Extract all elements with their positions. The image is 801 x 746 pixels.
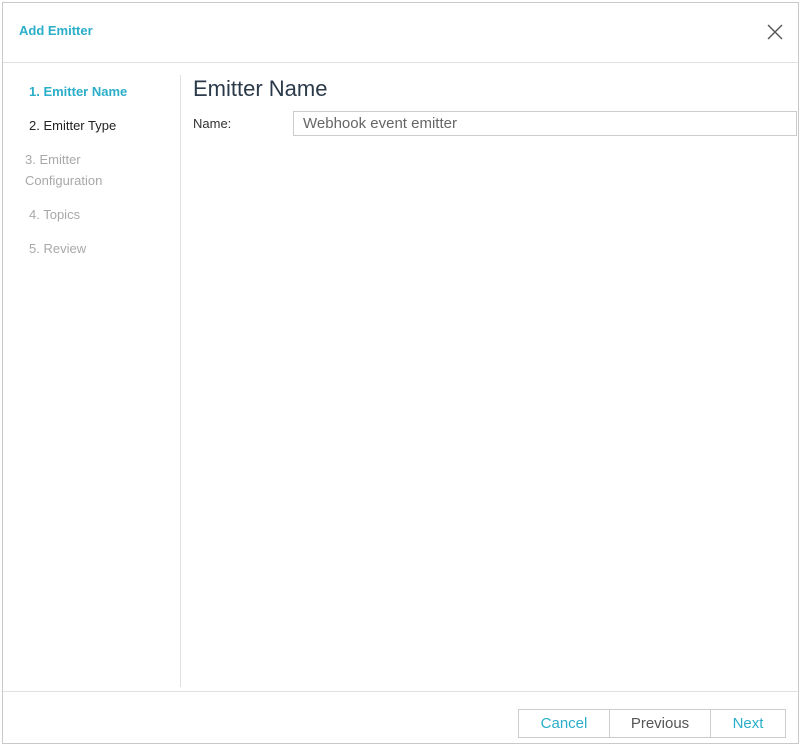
wizard-steps-sidebar: 1. Emitter Name 2. Emitter Type 3. Emitt… [3,75,181,687]
previous-button[interactable]: Previous [609,710,710,737]
add-emitter-dialog: Add Emitter 1. Emitter Name 2. Emitter T… [2,2,799,744]
step-emitter-configuration: 3. Emitter Configuration [25,152,103,188]
dialog-title: Add Emitter [19,23,93,38]
cancel-button[interactable]: Cancel [519,710,609,737]
name-field-label: Name: [193,116,232,131]
close-icon[interactable] [764,21,786,43]
footer-button-group: Cancel Previous Next [518,709,786,738]
dialog-footer: Cancel Previous Next [3,691,798,745]
dialog-header: Add Emitter [3,3,798,63]
step-topics: 4. Topics [29,207,81,222]
step-emitter-type[interactable]: 2. Emitter Type [29,115,179,136]
step-emitter-name[interactable]: 1. Emitter Name [29,81,179,102]
step-review: 5. Review [29,241,87,256]
name-input[interactable] [293,111,797,136]
content-title: Emitter Name [193,76,328,101]
next-button[interactable]: Next [710,710,785,737]
